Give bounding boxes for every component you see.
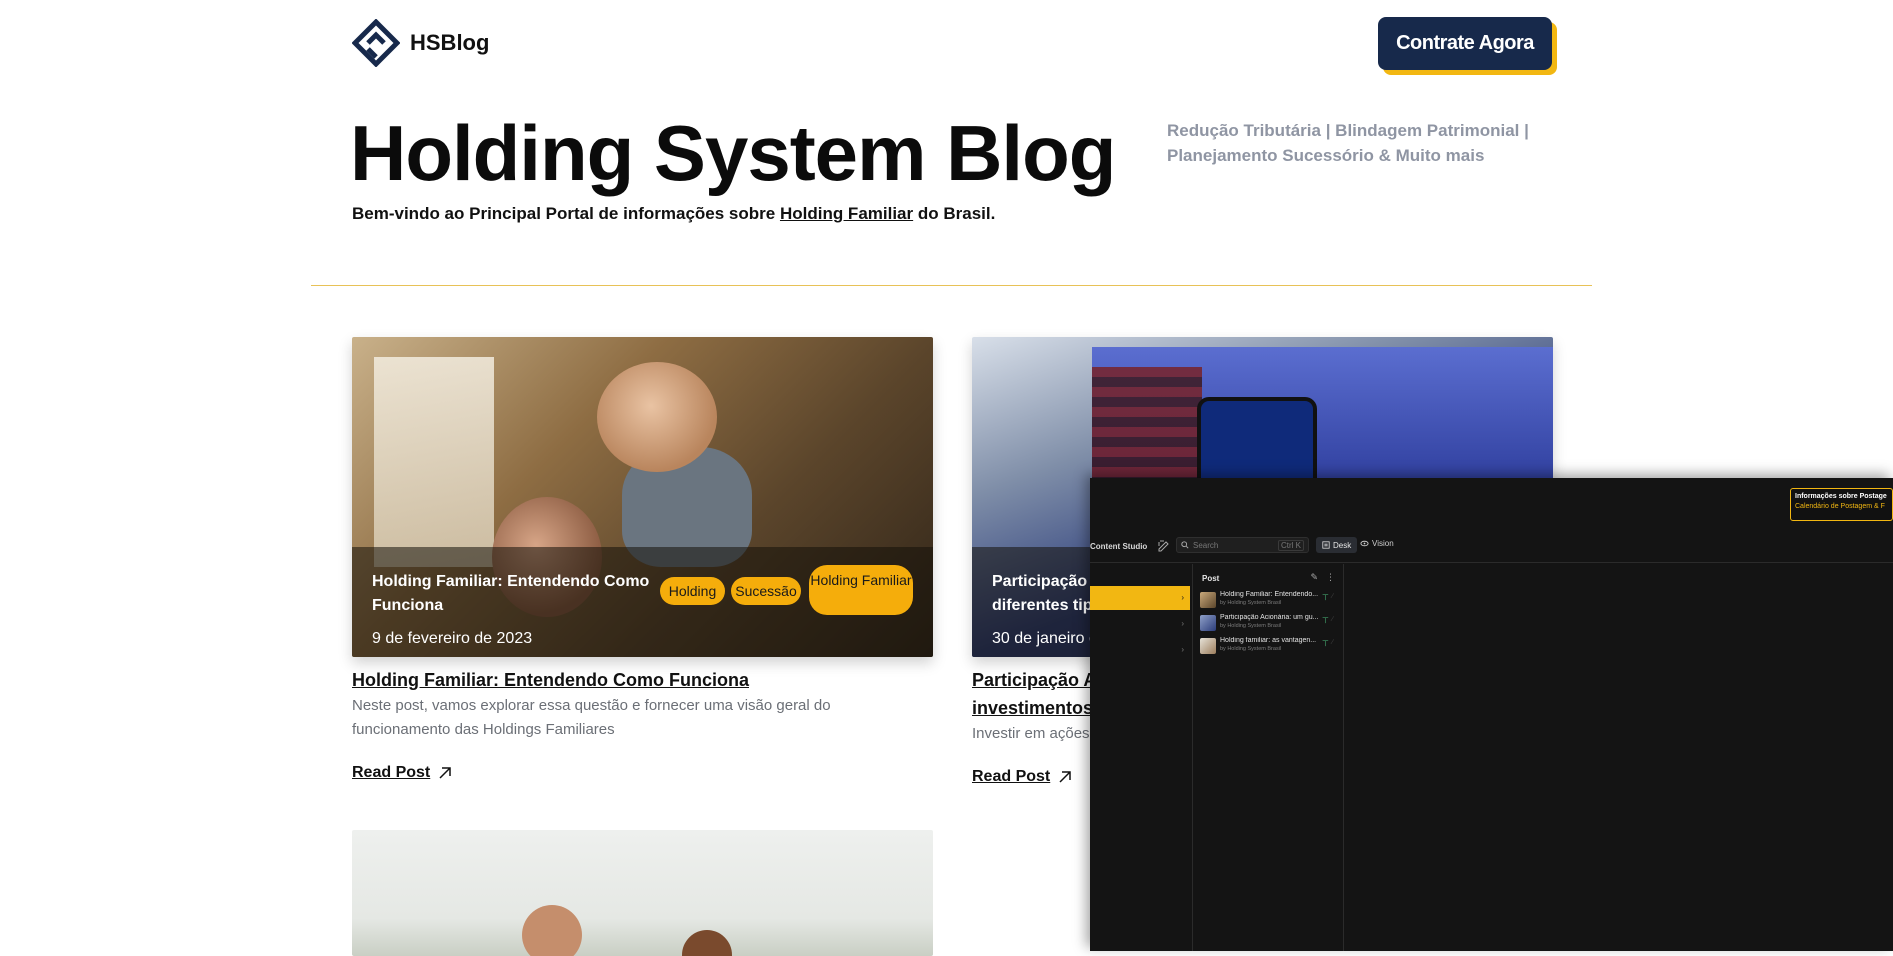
post-title-link[interactable]: Holding Familiar: Entendendo Como Funcio… <box>352 666 912 694</box>
vision-tab[interactable]: Vision <box>1360 539 1394 548</box>
document-item[interactable]: Holding familiar: as vantagen... by Hold… <box>1200 636 1340 658</box>
tag-chip[interactable]: Holding Familiar <box>809 565 913 615</box>
post-date: 9 de fevereiro de 2023 <box>372 630 533 647</box>
structure-item-post[interactable]: › <box>1090 586 1190 610</box>
edit-icon: ∕ <box>1332 639 1334 646</box>
chevron-right-icon: › <box>1181 645 1184 654</box>
edit-icon: ∕ <box>1332 593 1334 600</box>
read-post-label: Read Post <box>972 768 1051 785</box>
read-post-label: Read Post <box>352 764 431 781</box>
post-card <box>352 830 933 956</box>
document-thumbnail <box>1200 592 1216 608</box>
document-item[interactable]: Holding Familiar: Entendendo... by Holdi… <box>1200 590 1340 612</box>
notification-title: Informações sobre Postage <box>1795 493 1887 500</box>
contrate-agora-button[interactable]: Contrate Agora <box>1378 17 1552 70</box>
page-title: Holding System Blog <box>350 109 1116 197</box>
post-image[interactable] <box>352 830 933 956</box>
tag-chip[interactable]: Holding <box>660 577 725 605</box>
desk-icon <box>1322 541 1330 549</box>
studio-search[interactable]: Search Ctrl K <box>1176 537 1309 553</box>
hero-tagline-line2: Planejamento Sucessório & Muito mais <box>1167 146 1485 165</box>
more-icon[interactable]: ⋮ <box>1326 572 1335 583</box>
logo-text: HSBlog <box>410 30 490 55</box>
desk-tab[interactable]: Desk <box>1316 537 1358 553</box>
document-thumbnail <box>1200 615 1216 631</box>
published-icon: ⊤ <box>1322 593 1329 602</box>
studio-structure-pane: › › › <box>1090 564 1193 951</box>
page: HSBlog Contrate Agora Holding System Blo… <box>0 0 1893 956</box>
read-post-link[interactable]: Read Post <box>352 764 452 782</box>
compose-icon[interactable] <box>1158 540 1170 552</box>
document-author: by Holding System Brasil <box>1220 623 1282 629</box>
structure-item[interactable]: › <box>1090 612 1190 636</box>
post-photo <box>352 830 933 956</box>
hero-tagline-line1: Redução Tributária | Blindagem Patrimoni… <box>1167 121 1529 140</box>
hero-subtitle-before: Bem-vindo ao Principal Portal de informa… <box>352 204 780 223</box>
desk-label: Desk <box>1333 540 1352 550</box>
studio-document-list: Post ✎ ⋮ Holding Familiar: Entendendo...… <box>1194 564 1344 951</box>
studio-notification[interactable]: Informações sobre Postage Calendário de … <box>1790 488 1893 521</box>
notification-subtitle: Calendário de Postagem & F <box>1795 503 1885 510</box>
edit-icon: ∕ <box>1332 616 1334 623</box>
search-shortcut: Ctrl K <box>1278 540 1304 551</box>
studio-name[interactable]: Content Studio <box>1090 542 1147 551</box>
post-card: Holding Familiar: Entendendo Como Funcio… <box>352 337 933 657</box>
document-author: by Holding System Brasil <box>1220 600 1282 606</box>
arrow-up-right-icon <box>439 767 451 779</box>
post-image[interactable]: Holding Familiar: Entendendo Como Funcio… <box>352 337 933 657</box>
document-title: Participação Acionária: um gu... <box>1220 614 1319 621</box>
hero-tagline: Redução Tributária | Blindagem Patrimoni… <box>1167 118 1567 168</box>
structure-item[interactable]: › <box>1090 638 1190 662</box>
post-date: 30 de janeiro c <box>992 630 1097 647</box>
published-icon: ⊤ <box>1322 616 1329 625</box>
compose-icon[interactable]: ✎ <box>1310 572 1318 583</box>
hero-subtitle-after: do Brasil. <box>913 204 996 223</box>
chevron-right-icon: › <box>1181 593 1184 602</box>
post-excerpt: Neste post, vamos explorar essa questão … <box>352 697 831 738</box>
document-thumbnail <box>1200 638 1216 654</box>
search-placeholder: Search <box>1193 540 1219 550</box>
arrow-up-right-icon <box>1059 771 1071 783</box>
site-logo[interactable]: HSBlog <box>352 19 489 67</box>
content-studio-panel: Informações sobre Postage Calendário de … <box>1090 478 1893 951</box>
eye-icon <box>1360 540 1369 547</box>
vision-label: Vision <box>1372 539 1394 548</box>
tag-chip[interactable]: Sucessão <box>731 577 801 605</box>
header-divider <box>311 285 1592 286</box>
document-list-actions: ✎ ⋮ <box>1310 572 1335 583</box>
document-title: Holding Familiar: Entendendo... <box>1220 591 1319 598</box>
document-item[interactable]: Participação Acionária: um gu... by Hold… <box>1200 613 1340 635</box>
logo-icon <box>352 19 400 67</box>
search-icon <box>1181 541 1189 549</box>
studio-topbar: Content Studio Search Ctrl K Desk Vision <box>1090 533 1893 563</box>
holding-familiar-link[interactable]: Holding Familiar <box>780 204 913 223</box>
document-list-title: Post <box>1202 574 1220 583</box>
document-title: Holding familiar: as vantagen... <box>1220 637 1317 644</box>
chevron-right-icon: › <box>1181 619 1184 628</box>
hero-subtitle: Bem-vindo ao Principal Portal de informa… <box>352 204 995 224</box>
published-icon: ⊤ <box>1322 639 1329 648</box>
document-author: by Holding System Brasil <box>1220 646 1282 652</box>
read-post-link[interactable]: Read Post <box>972 768 1072 786</box>
post-overlay-title: Holding Familiar: Entendendo Como Funcio… <box>372 573 650 614</box>
